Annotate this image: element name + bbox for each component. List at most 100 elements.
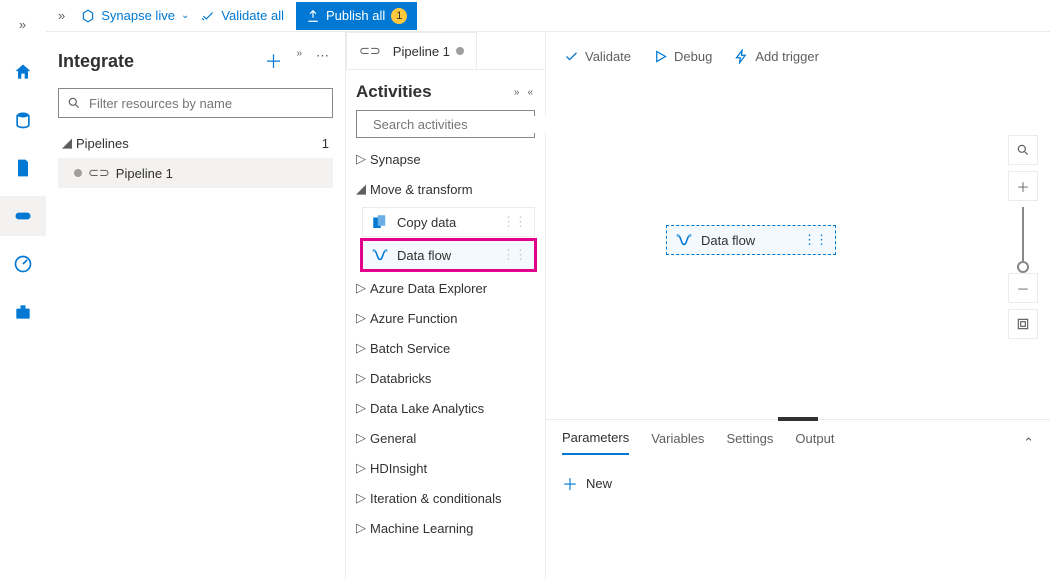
expand-all-button[interactable]: » [292,44,306,78]
zoom-thumb[interactable] [1017,261,1029,273]
canvas-node-data-flow[interactable]: Data flow ⋮⋮ [666,225,836,255]
collapse-panel-button[interactable]: ⌃ [1023,435,1034,451]
editor-tab-strip: ⊂⊃ Pipeline 1 [346,32,545,70]
document-icon [13,158,33,178]
play-icon [653,49,668,64]
tree-item-pipeline-1[interactable]: ⊂⊃ Pipeline 1 [58,158,333,188]
tree-section-pipelines[interactable]: ◢ Pipelines 1 [58,128,333,158]
rail-expand[interactable]: » [0,4,46,44]
pipeline-icon: ⊂⊃ [88,165,110,181]
add-resource-button[interactable]: ＋ [260,44,286,78]
caret-down-icon: ◢ [356,181,370,197]
zoom-out-button[interactable]: － [1008,273,1038,303]
canvas-surface[interactable]: Data flow ⋮⋮ ＋ － [546,80,1050,419]
caret-down-icon: ◢ [62,135,76,151]
caret-right-icon: ▷ [356,310,370,326]
caret-right-icon: ▷ [356,430,370,446]
home-icon [13,62,33,82]
properties-tab-parameters[interactable]: Parameters [562,430,629,455]
gauge-icon [13,254,33,274]
caret-right-icon: ▷ [356,490,370,506]
workspace-label: Synapse live [101,8,175,23]
pipeline-icon [13,206,33,226]
panel-resize-handle[interactable] [778,417,818,421]
zoom-fit-button[interactable] [1008,309,1038,339]
sidebar-title: Integrate [58,51,134,72]
activity-group-machine-learning[interactable]: ▷Machine Learning [356,513,535,543]
debug-button[interactable]: Debug [653,49,712,64]
canvas-search-button[interactable] [1008,135,1038,165]
caret-right-icon: ▷ [356,151,370,167]
validate-all-button[interactable]: Validate all [201,8,284,23]
activity-group-azure-function[interactable]: ▷Azure Function [356,303,535,333]
checkmark-icon [564,49,579,64]
search-icon [67,96,81,110]
add-trigger-button[interactable]: Add trigger [734,49,819,64]
pipeline-icon: ⊂⊃ [359,43,381,59]
caret-right-icon: ▷ [356,520,370,536]
canvas-zoom-controls: ＋ － [1008,135,1038,339]
publish-all-button[interactable]: Publish all 1 [296,2,417,30]
database-icon [13,110,33,130]
properties-panel: Parameters Variables Settings Output ⌃ ＋ New [546,419,1050,579]
workspace-selector[interactable]: Synapse live ⌄ [81,8,189,23]
nav-rail: » [0,0,46,579]
caret-right-icon: ▷ [356,400,370,416]
upload-icon [306,9,320,23]
top-bar: » Synapse live ⌄ Validate all Publish al… [46,0,1050,32]
activity-group-general[interactable]: ▷General [356,423,535,453]
drag-grip-icon: ⋮⋮ [502,247,526,263]
zoom-slider[interactable] [1022,207,1024,267]
activity-item-data-flow[interactable]: Data flow⋮⋮ [362,240,535,270]
more-button[interactable]: ⋯ [312,44,333,78]
properties-tabs: Parameters Variables Settings Output ⌃ [546,420,1050,455]
filter-input[interactable] [87,95,324,112]
activities-panel: ⊂⊃ Pipeline 1 Activities » « [346,32,546,579]
unsaved-dot-icon [456,47,464,55]
expand-activities-button[interactable]: » [512,85,522,100]
drag-grip-icon: ⋮⋮ [803,232,827,248]
chevron-expand-icon[interactable]: » [54,4,69,27]
activity-group-data-lake-analytics[interactable]: ▷Data Lake Analytics [356,393,535,423]
caret-right-icon: ▷ [356,340,370,356]
activity-group-hdinsight[interactable]: ▷HDInsight [356,453,535,483]
properties-tab-output[interactable]: Output [795,431,834,454]
plus-icon: ＋ [562,471,578,495]
chevron-expand-icon: » [15,13,30,36]
collapse-activities-button[interactable]: « [525,85,535,100]
zoom-in-button[interactable]: ＋ [1008,171,1038,201]
rail-develop[interactable] [0,148,46,188]
activity-group-databricks[interactable]: ▷Databricks [356,363,535,393]
activities-search-wrapper[interactable] [356,110,535,138]
canvas-toolbar: Validate Debug Add trigger [546,32,1050,80]
new-parameter-button[interactable]: ＋ New [562,471,1034,495]
filter-input-wrapper[interactable] [58,88,333,118]
rail-data[interactable] [0,100,46,140]
activity-group-move-transform[interactable]: ◢Move & transform [356,174,535,204]
activity-group-batch-service[interactable]: ▷Batch Service [356,333,535,363]
rail-home[interactable] [0,52,46,92]
properties-tab-settings[interactable]: Settings [726,431,773,454]
properties-tab-variables[interactable]: Variables [651,431,704,454]
rail-monitor[interactable] [0,244,46,284]
editor-tab-pipeline-1[interactable]: ⊂⊃ Pipeline 1 [346,32,477,69]
fit-icon [1016,317,1030,331]
activity-item-copy-data[interactable]: Copy data⋮⋮ [362,207,535,237]
caret-right-icon: ▷ [356,370,370,386]
rail-manage[interactable] [0,292,46,332]
rail-integrate[interactable] [0,196,46,236]
drag-grip-icon: ⋮⋮ [502,214,526,230]
activity-group-azure-data-explorer[interactable]: ▷Azure Data Explorer [356,273,535,303]
activities-title: Activities [356,82,432,102]
resource-sidebar: Integrate ＋ » ⋯ ◢ Pipelines 1 [46,32,346,579]
validate-button[interactable]: Validate [564,49,631,64]
caret-right-icon: ▷ [356,460,370,476]
toolbox-icon [13,302,33,322]
copy-data-icon [371,213,389,231]
activities-search-input[interactable] [371,116,551,133]
publish-badge: 1 [391,8,407,24]
activity-group-iteration-conditionals[interactable]: ▷Iteration & conditionals [356,483,535,513]
activity-group-synapse[interactable]: ▷Synapse [356,144,535,174]
search-icon [1016,143,1030,157]
hexagon-icon [81,9,95,23]
